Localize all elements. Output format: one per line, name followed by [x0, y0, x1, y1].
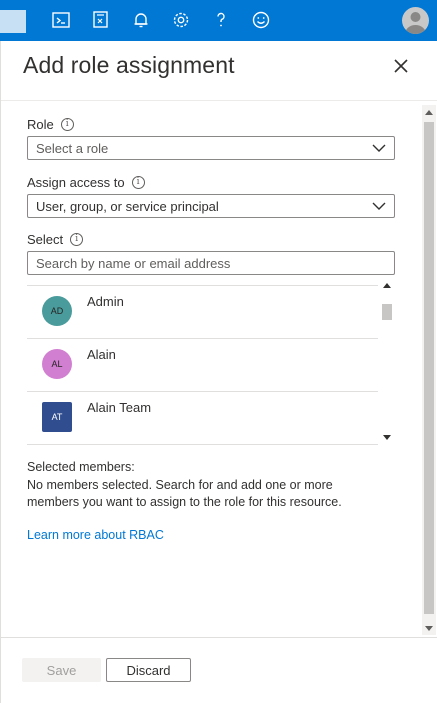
select-label: Select: [27, 232, 64, 247]
role-label-row: Role i: [27, 117, 74, 132]
role-dropdown[interactable]: Select a role: [27, 136, 395, 160]
chevron-down-icon: [372, 202, 386, 210]
member-list-scrollbar-thumb[interactable]: [382, 304, 392, 320]
panel-scrollbar-thumb[interactable]: [424, 122, 434, 614]
role-assignment-panel: Add role assignment Role i Select a role…: [0, 41, 437, 703]
assign-access-label-row: Assign access to i: [27, 175, 145, 190]
header-divider: [1, 100, 437, 101]
cloud-shell-icon[interactable]: [50, 9, 72, 31]
member-name: Alain: [87, 347, 116, 362]
assign-access-value: User, group, or service principal: [36, 198, 219, 214]
account-avatar[interactable]: [402, 7, 429, 34]
close-icon[interactable]: [390, 55, 412, 77]
role-dropdown-placeholder: Select a role: [36, 140, 109, 156]
select-label-row: Select i: [27, 232, 84, 247]
discard-button[interactable]: Discard: [106, 658, 191, 682]
selected-members-description: No members selected. Search for and add …: [27, 478, 342, 509]
learn-more-rbac-link[interactable]: Learn more about RBAC: [27, 528, 164, 542]
avatar: AT: [42, 402, 72, 432]
scroll-down-arrow-icon[interactable]: [383, 433, 391, 441]
scroll-up-arrow-icon[interactable]: [383, 282, 391, 290]
selected-members-title: Selected members:: [27, 460, 135, 474]
member-name: Admin: [87, 294, 124, 309]
scroll-up-arrow-icon[interactable]: [425, 109, 433, 117]
portal-search-chip[interactable]: [0, 10, 26, 33]
member-name: Alain Team: [87, 400, 152, 415]
search-input[interactable]: [27, 251, 395, 275]
list-item[interactable]: AL Alain: [27, 339, 378, 392]
feedback-smiley-icon[interactable]: [250, 9, 272, 31]
list-item[interactable]: AT Alain Team: [27, 392, 378, 445]
save-button[interactable]: Save: [22, 658, 101, 682]
assign-access-dropdown[interactable]: User, group, or service principal: [27, 194, 395, 218]
info-icon[interactable]: i: [70, 233, 84, 246]
assign-access-label: Assign access to: [27, 175, 125, 190]
top-navigation-bar: [0, 0, 437, 41]
scroll-down-arrow-icon[interactable]: [425, 624, 433, 632]
notifications-bell-icon[interactable]: [130, 9, 152, 31]
settings-gear-icon[interactable]: [170, 9, 192, 31]
member-list-scrollbar[interactable]: [379, 282, 395, 445]
avatar: AD: [42, 296, 72, 326]
footer-divider: [1, 637, 437, 638]
member-list: AD Admin AL Alain AT Alain Team: [27, 282, 395, 445]
avatar: AL: [42, 349, 72, 379]
page-title: Add role assignment: [23, 52, 235, 78]
info-icon[interactable]: i: [60, 118, 74, 131]
role-label: Role: [27, 117, 54, 132]
directory-filter-icon[interactable]: [90, 9, 112, 31]
chevron-down-icon: [372, 144, 386, 152]
help-question-icon[interactable]: [210, 9, 232, 31]
info-icon[interactable]: i: [131, 176, 145, 189]
list-item[interactable]: AD Admin: [27, 286, 378, 339]
